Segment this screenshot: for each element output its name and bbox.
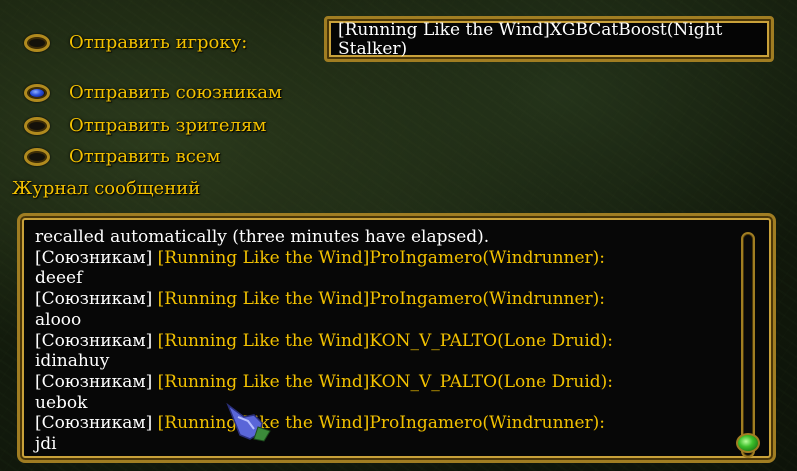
- log-line: deeef: [35, 268, 83, 289]
- log-line: alooo: [35, 309, 82, 330]
- log-scrollbar-track[interactable]: [741, 232, 755, 458]
- log-line: jdi: [35, 434, 57, 455]
- player-select-field[interactable]: [Running Like the Wind]XGBCatBoost(Night…: [324, 16, 774, 62]
- radio-send-to-player[interactable]: [24, 33, 50, 52]
- log-line: [Союзникам] [Running Like the Wind]KON_V…: [35, 330, 614, 351]
- option-label: Отправить игроку:: [69, 32, 248, 53]
- message-log-title: Журнал сообщений: [12, 178, 201, 199]
- radio-send-to-spectators[interactable]: [24, 116, 50, 135]
- option-send-to-player[interactable]: Отправить игроку:: [24, 32, 247, 53]
- radio-send-to-allies[interactable]: [24, 83, 50, 102]
- option-label: Отправить зрителям: [69, 115, 267, 136]
- option-send-to-allies[interactable]: Отправить союзникам: [24, 82, 282, 103]
- message-log-lines: recalled automatically (three minutes ha…: [35, 227, 725, 455]
- log-line: idinahuy: [35, 351, 110, 372]
- log-line: [Союзникам] [Running Like the Wind]ProIn…: [35, 289, 606, 310]
- radio-send-to-all[interactable]: [24, 147, 50, 166]
- option-label: Отправить союзникам: [69, 82, 282, 103]
- option-label: Отправить всем: [69, 146, 221, 167]
- message-log-panel[interactable]: recalled automatically (three minutes ha…: [17, 213, 776, 463]
- log-line: recalled automatically (three minutes ha…: [35, 227, 490, 247]
- gauntlet-cursor-icon: [226, 403, 271, 442]
- player-select-value: [Running Like the Wind]XGBCatBoost(Night…: [338, 20, 723, 59]
- log-scrollbar-thumb[interactable]: [736, 433, 760, 453]
- option-send-to-all[interactable]: Отправить всем: [24, 146, 220, 167]
- log-line: [Союзникам] [Running Like the Wind]KON_V…: [35, 371, 614, 392]
- log-line: [Союзникам] [Running Like the Wind]ProIn…: [35, 413, 606, 434]
- log-line: uebok: [35, 392, 88, 413]
- option-send-to-spectators[interactable]: Отправить зрителям: [24, 115, 266, 136]
- log-line: [Союзникам] [Running Like the Wind]ProIn…: [35, 247, 606, 268]
